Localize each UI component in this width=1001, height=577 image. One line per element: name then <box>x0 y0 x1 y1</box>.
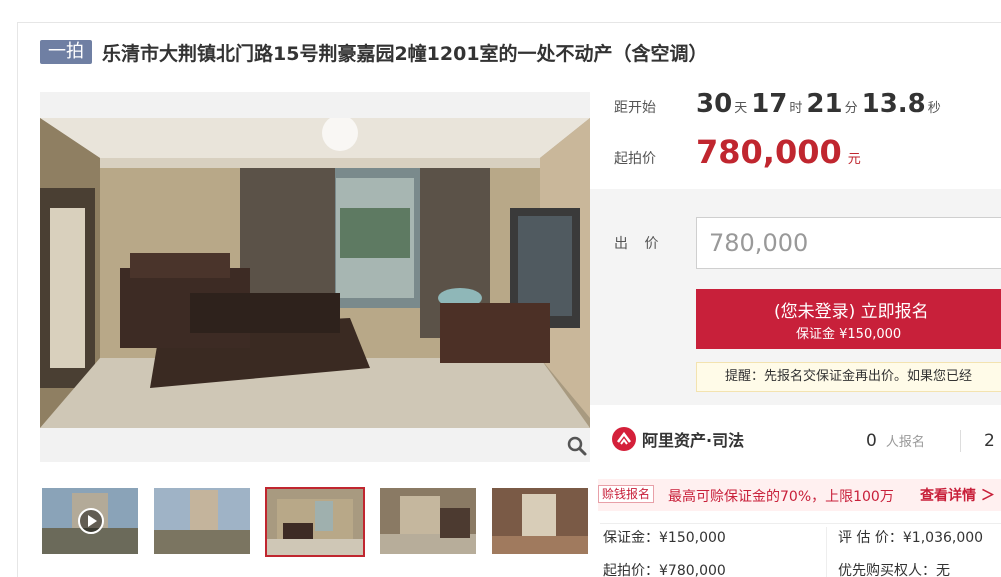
countdown-label: 距开始 <box>614 100 656 116</box>
starting-price-value: 780,000 <box>696 133 842 171</box>
countdown-hours-unit: 时 <box>789 101 803 116</box>
thumbnail-video[interactable] <box>42 488 138 554</box>
ali-asset-logo-icon <box>612 427 636 451</box>
logo-mark <box>617 431 631 445</box>
auction-round-badge: 一拍 <box>40 40 92 64</box>
detail-start-price: 起拍价：¥780,000 <box>603 563 726 577</box>
auction-info-panel: 距开始 30 天 17 时 21 分 13.8 秒 起拍价 780,000 元 … <box>590 75 1001 577</box>
thumbnail-image <box>492 488 588 554</box>
starting-price-label: 起拍价 <box>614 151 656 167</box>
priority-buyer-value: 无 <box>936 563 950 577</box>
page-title: 乐清市大荆镇北门路15号荆豪嘉园2幢1201室的一处不动产（含空调） <box>102 42 708 65</box>
platform-brand-name: 阿里资产·司法 <box>642 431 745 450</box>
thumbnail-4[interactable] <box>380 488 476 554</box>
signup-deposit-label: 保证金 ¥150,000 <box>796 327 902 342</box>
promo-badge: 赊钱报名 <box>598 485 655 503</box>
promo-details-link[interactable]: 查看详情 ＞ <box>920 485 995 505</box>
starting-price: 起拍价 780,000 元 <box>614 133 861 171</box>
info-divider <box>600 523 1001 524</box>
detail-priority-buyer: 优先购买权人：无 <box>838 563 950 577</box>
bid-input[interactable]: 780,000 <box>696 217 1001 269</box>
priority-buyer-label: 优先购买权人 <box>838 563 922 577</box>
promo-text: 最高可赊保证金的70%，上限100万 <box>668 489 894 505</box>
countdown-seconds-unit: 秒 <box>927 101 941 116</box>
detail-valuation: 评 估 价：¥1,036,000 <box>838 530 984 546</box>
countdown: 距开始 30 天 17 时 21 分 13.8 秒 <box>614 89 945 119</box>
play-icon <box>78 508 104 534</box>
info-vertical-divider <box>826 527 827 577</box>
signup-count-label: 人报名 <box>885 435 925 450</box>
signup-button[interactable]: (您未登录) 立即报名 保证金 ¥150,000 <box>696 289 1001 349</box>
bid-label: 出 价 <box>614 236 665 252</box>
starting-price-unit: 元 <box>847 152 861 167</box>
countdown-minutes: 21 <box>806 89 843 119</box>
magnifier-icon <box>567 436 587 456</box>
credit-signup-promo: 赊钱报名 最高可赊保证金的70%，上限100万 查看详情 ＞ <box>598 479 1001 511</box>
countdown-minutes-unit: 分 <box>844 101 858 116</box>
living-room-photo <box>40 118 590 428</box>
thumbnail-image <box>267 489 363 555</box>
signup-button-label: (您未登录) 立即报名 <box>774 302 929 322</box>
thumbnail-strip <box>40 487 600 568</box>
zoom-button[interactable] <box>564 433 590 459</box>
countdown-days: 30 <box>696 89 733 119</box>
detail-deposit: 保证金：¥150,000 <box>603 530 726 546</box>
bid-panel: 出 价 780,000 (您未登录) 立即报名 保证金 ¥150,000 提醒：… <box>590 189 1001 405</box>
bid-tip: 提醒：先报名交保证金再出价。如果您已经 <box>696 362 1001 392</box>
main-photo[interactable] <box>40 118 590 428</box>
stat-divider <box>960 430 961 452</box>
signup-count: 0 人报名 <box>866 431 925 451</box>
countdown-hours: 17 <box>751 89 788 119</box>
signup-count-value: 0 <box>866 431 877 451</box>
thumbnail-3-active[interactable] <box>265 487 365 557</box>
platform-brand: 阿里资产·司法 <box>612 427 744 451</box>
second-stat-value: 2 <box>984 431 995 451</box>
title-row: 一拍 乐清市大荆镇北门路15号荆豪嘉园2幢1201室的一处不动产（含空调） <box>40 38 708 66</box>
thumbnail-image <box>380 488 476 554</box>
thumbnail-image <box>154 488 250 554</box>
countdown-seconds: 13.8 <box>861 89 926 119</box>
thumbnail-2[interactable] <box>154 488 250 554</box>
thumbnail-5[interactable] <box>492 488 588 554</box>
countdown-days-unit: 天 <box>734 101 748 116</box>
main-photo-area <box>40 92 590 462</box>
